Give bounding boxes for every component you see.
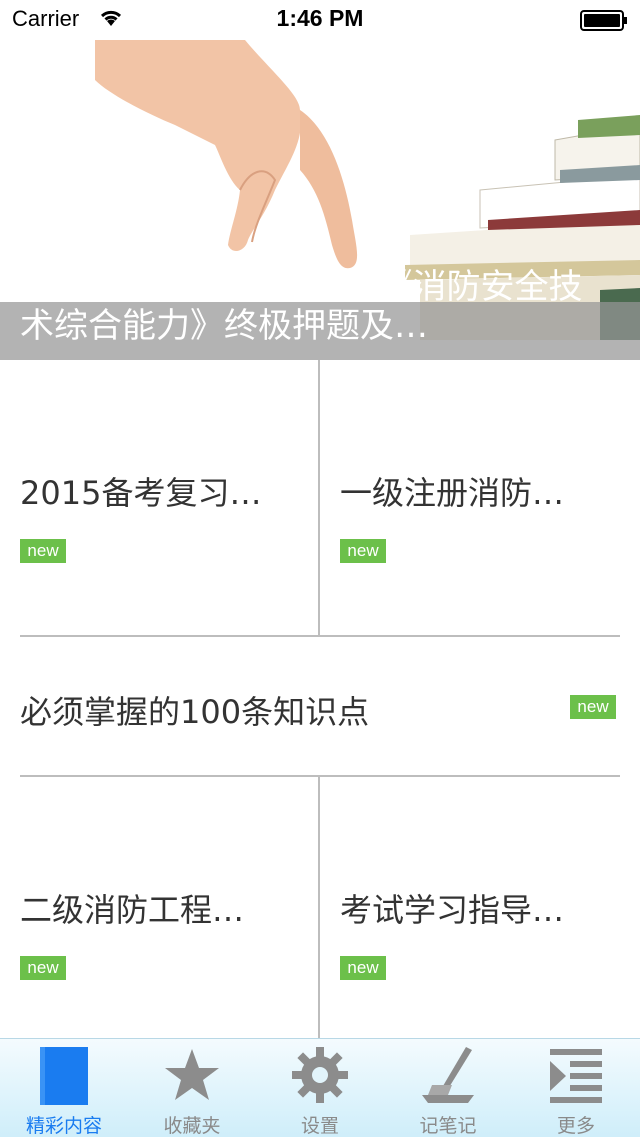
tab-bar: 精彩内容 收藏夹 设置 记笔记 更多 bbox=[0, 1038, 640, 1137]
vertical-divider bbox=[318, 777, 320, 1038]
new-badge: new bbox=[20, 956, 66, 980]
grid-item-level-one-engineer[interactable]: 一级注册消防… new bbox=[320, 360, 640, 636]
star-icon bbox=[165, 1049, 219, 1100]
vertical-divider bbox=[318, 360, 320, 636]
grid-item-title: 2015备考复习… bbox=[20, 474, 262, 512]
tab-label: 记笔记 bbox=[419, 1115, 477, 1137]
status-bar: Carrier 1:46 PM bbox=[0, 0, 640, 40]
tab-favorites[interactable]: 收藏夹 bbox=[128, 1039, 256, 1137]
new-badge: new bbox=[570, 695, 616, 719]
status-time: 1:46 PM bbox=[276, 5, 364, 31]
grid-item-title: 二级消防工程… bbox=[20, 891, 245, 929]
tab-label: 收藏夹 bbox=[163, 1115, 221, 1137]
tab-label: 更多 bbox=[556, 1115, 595, 1137]
grid-item-level-two-engineer[interactable]: 二级消防工程… new bbox=[0, 777, 318, 1037]
banner-title: 2015年注册消防工程师《消防安全技术综合能力》终极押题及… bbox=[20, 268, 583, 346]
new-badge: new bbox=[340, 539, 386, 563]
grid-item-study-guide[interactable]: 考试学习指导… new bbox=[320, 777, 640, 1037]
new-badge: new bbox=[340, 956, 386, 980]
tab-label: 设置 bbox=[300, 1115, 339, 1137]
grid-item-title: 考试学习指导… bbox=[340, 891, 565, 929]
banner[interactable]: 2015年注册消防工程师《消防安全技术综合能力》终极押题及… bbox=[0, 40, 640, 360]
tab-featured[interactable]: 精彩内容 bbox=[0, 1039, 128, 1137]
new-badge: new bbox=[20, 539, 66, 563]
gear-icon bbox=[292, 1047, 348, 1103]
pen-icon bbox=[422, 1047, 474, 1103]
tab-more[interactable]: 更多 bbox=[512, 1039, 640, 1137]
tab-notes[interactable]: 记笔记 bbox=[384, 1039, 512, 1137]
tab-label: 精彩内容 bbox=[25, 1115, 102, 1137]
grid-item-title: 一级注册消防… bbox=[340, 474, 565, 512]
more-list-icon bbox=[550, 1049, 602, 1103]
grid-item-exam-review[interactable]: 2015备考复习… new bbox=[0, 360, 318, 636]
list-item-title: 必须掌握的100条知识点 bbox=[20, 693, 370, 731]
tab-settings[interactable]: 设置 bbox=[256, 1039, 384, 1137]
list-item-100-knowledge-points[interactable]: 必须掌握的100条知识点 new bbox=[0, 637, 640, 775]
book-icon bbox=[40, 1047, 88, 1105]
battery-icon bbox=[580, 10, 627, 31]
